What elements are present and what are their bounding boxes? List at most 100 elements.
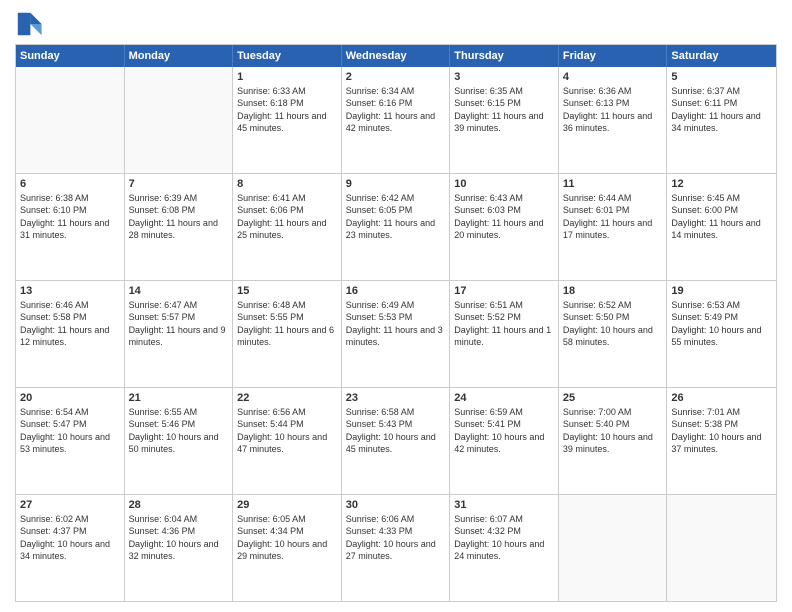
header-day-tuesday: Tuesday (233, 45, 342, 67)
day-info: Sunrise: 6:05 AMSunset: 4:34 PMDaylight:… (237, 513, 337, 562)
calendar-cell: 19Sunrise: 6:53 AMSunset: 5:49 PMDayligh… (667, 281, 776, 387)
day-number: 9 (346, 177, 446, 191)
day-info: Sunrise: 6:56 AMSunset: 5:44 PMDaylight:… (237, 406, 337, 455)
calendar-cell (667, 495, 776, 601)
day-info: Sunrise: 6:51 AMSunset: 5:52 PMDaylight:… (454, 299, 554, 348)
day-number: 1 (237, 70, 337, 84)
page: SundayMondayTuesdayWednesdayThursdayFrid… (0, 0, 792, 612)
day-info: Sunrise: 6:49 AMSunset: 5:53 PMDaylight:… (346, 299, 446, 348)
calendar-row-2: 13Sunrise: 6:46 AMSunset: 5:58 PMDayligh… (16, 280, 776, 387)
calendar-cell: 16Sunrise: 6:49 AMSunset: 5:53 PMDayligh… (342, 281, 451, 387)
header-day-monday: Monday (125, 45, 234, 67)
day-info: Sunrise: 6:07 AMSunset: 4:32 PMDaylight:… (454, 513, 554, 562)
day-number: 16 (346, 284, 446, 298)
calendar-cell: 8Sunrise: 6:41 AMSunset: 6:06 PMDaylight… (233, 174, 342, 280)
calendar-row-1: 6Sunrise: 6:38 AMSunset: 6:10 PMDaylight… (16, 173, 776, 280)
calendar-cell: 4Sunrise: 6:36 AMSunset: 6:13 PMDaylight… (559, 67, 668, 173)
day-info: Sunrise: 7:01 AMSunset: 5:38 PMDaylight:… (671, 406, 772, 455)
calendar-cell: 3Sunrise: 6:35 AMSunset: 6:15 PMDaylight… (450, 67, 559, 173)
calendar-cell (125, 67, 234, 173)
day-info: Sunrise: 6:55 AMSunset: 5:46 PMDaylight:… (129, 406, 229, 455)
calendar-row-0: 1Sunrise: 6:33 AMSunset: 6:18 PMDaylight… (16, 67, 776, 173)
day-number: 14 (129, 284, 229, 298)
day-number: 3 (454, 70, 554, 84)
day-number: 13 (20, 284, 120, 298)
day-info: Sunrise: 6:44 AMSunset: 6:01 PMDaylight:… (563, 192, 663, 241)
header-day-sunday: Sunday (16, 45, 125, 67)
day-number: 27 (20, 498, 120, 512)
calendar-cell: 13Sunrise: 6:46 AMSunset: 5:58 PMDayligh… (16, 281, 125, 387)
calendar-header: SundayMondayTuesdayWednesdayThursdayFrid… (16, 45, 776, 67)
day-number: 8 (237, 177, 337, 191)
header-day-saturday: Saturday (667, 45, 776, 67)
logo (15, 10, 47, 38)
header (15, 10, 777, 38)
day-info: Sunrise: 6:58 AMSunset: 5:43 PMDaylight:… (346, 406, 446, 455)
day-number: 26 (671, 391, 772, 405)
calendar-cell: 30Sunrise: 6:06 AMSunset: 4:33 PMDayligh… (342, 495, 451, 601)
day-info: Sunrise: 6:33 AMSunset: 6:18 PMDaylight:… (237, 85, 337, 134)
header-day-thursday: Thursday (450, 45, 559, 67)
day-number: 19 (671, 284, 772, 298)
day-info: Sunrise: 7:00 AMSunset: 5:40 PMDaylight:… (563, 406, 663, 455)
calendar-cell (16, 67, 125, 173)
day-number: 10 (454, 177, 554, 191)
day-info: Sunrise: 6:46 AMSunset: 5:58 PMDaylight:… (20, 299, 120, 348)
day-number: 28 (129, 498, 229, 512)
calendar-row-4: 27Sunrise: 6:02 AMSunset: 4:37 PMDayligh… (16, 494, 776, 601)
day-number: 6 (20, 177, 120, 191)
calendar: SundayMondayTuesdayWednesdayThursdayFrid… (15, 44, 777, 602)
day-info: Sunrise: 6:42 AMSunset: 6:05 PMDaylight:… (346, 192, 446, 241)
header-day-wednesday: Wednesday (342, 45, 451, 67)
calendar-cell: 2Sunrise: 6:34 AMSunset: 6:16 PMDaylight… (342, 67, 451, 173)
calendar-cell: 9Sunrise: 6:42 AMSunset: 6:05 PMDaylight… (342, 174, 451, 280)
calendar-row-3: 20Sunrise: 6:54 AMSunset: 5:47 PMDayligh… (16, 387, 776, 494)
day-info: Sunrise: 6:47 AMSunset: 5:57 PMDaylight:… (129, 299, 229, 348)
day-number: 4 (563, 70, 663, 84)
day-number: 25 (563, 391, 663, 405)
calendar-cell (559, 495, 668, 601)
calendar-cell: 12Sunrise: 6:45 AMSunset: 6:00 PMDayligh… (667, 174, 776, 280)
day-number: 2 (346, 70, 446, 84)
day-number: 22 (237, 391, 337, 405)
day-info: Sunrise: 6:39 AMSunset: 6:08 PMDaylight:… (129, 192, 229, 241)
calendar-cell: 17Sunrise: 6:51 AMSunset: 5:52 PMDayligh… (450, 281, 559, 387)
day-number: 29 (237, 498, 337, 512)
calendar-cell: 24Sunrise: 6:59 AMSunset: 5:41 PMDayligh… (450, 388, 559, 494)
calendar-cell: 15Sunrise: 6:48 AMSunset: 5:55 PMDayligh… (233, 281, 342, 387)
day-info: Sunrise: 6:38 AMSunset: 6:10 PMDaylight:… (20, 192, 120, 241)
calendar-cell: 28Sunrise: 6:04 AMSunset: 4:36 PMDayligh… (125, 495, 234, 601)
day-info: Sunrise: 6:53 AMSunset: 5:49 PMDaylight:… (671, 299, 772, 348)
calendar-cell: 11Sunrise: 6:44 AMSunset: 6:01 PMDayligh… (559, 174, 668, 280)
day-info: Sunrise: 6:37 AMSunset: 6:11 PMDaylight:… (671, 85, 772, 134)
calendar-cell: 31Sunrise: 6:07 AMSunset: 4:32 PMDayligh… (450, 495, 559, 601)
day-number: 23 (346, 391, 446, 405)
day-info: Sunrise: 6:06 AMSunset: 4:33 PMDaylight:… (346, 513, 446, 562)
calendar-cell: 5Sunrise: 6:37 AMSunset: 6:11 PMDaylight… (667, 67, 776, 173)
calendar-cell: 26Sunrise: 7:01 AMSunset: 5:38 PMDayligh… (667, 388, 776, 494)
day-number: 12 (671, 177, 772, 191)
logo-icon (15, 10, 43, 38)
day-number: 7 (129, 177, 229, 191)
day-info: Sunrise: 6:48 AMSunset: 5:55 PMDaylight:… (237, 299, 337, 348)
day-number: 18 (563, 284, 663, 298)
calendar-cell: 22Sunrise: 6:56 AMSunset: 5:44 PMDayligh… (233, 388, 342, 494)
day-number: 30 (346, 498, 446, 512)
header-day-friday: Friday (559, 45, 668, 67)
calendar-cell: 7Sunrise: 6:39 AMSunset: 6:08 PMDaylight… (125, 174, 234, 280)
calendar-cell: 23Sunrise: 6:58 AMSunset: 5:43 PMDayligh… (342, 388, 451, 494)
calendar-cell: 25Sunrise: 7:00 AMSunset: 5:40 PMDayligh… (559, 388, 668, 494)
day-info: Sunrise: 6:36 AMSunset: 6:13 PMDaylight:… (563, 85, 663, 134)
calendar-cell: 21Sunrise: 6:55 AMSunset: 5:46 PMDayligh… (125, 388, 234, 494)
day-number: 11 (563, 177, 663, 191)
day-info: Sunrise: 6:34 AMSunset: 6:16 PMDaylight:… (346, 85, 446, 134)
day-number: 20 (20, 391, 120, 405)
calendar-cell: 10Sunrise: 6:43 AMSunset: 6:03 PMDayligh… (450, 174, 559, 280)
day-number: 5 (671, 70, 772, 84)
day-info: Sunrise: 6:04 AMSunset: 4:36 PMDaylight:… (129, 513, 229, 562)
calendar-cell: 1Sunrise: 6:33 AMSunset: 6:18 PMDaylight… (233, 67, 342, 173)
day-number: 24 (454, 391, 554, 405)
day-info: Sunrise: 6:45 AMSunset: 6:00 PMDaylight:… (671, 192, 772, 241)
calendar-cell: 29Sunrise: 6:05 AMSunset: 4:34 PMDayligh… (233, 495, 342, 601)
calendar-cell: 6Sunrise: 6:38 AMSunset: 6:10 PMDaylight… (16, 174, 125, 280)
